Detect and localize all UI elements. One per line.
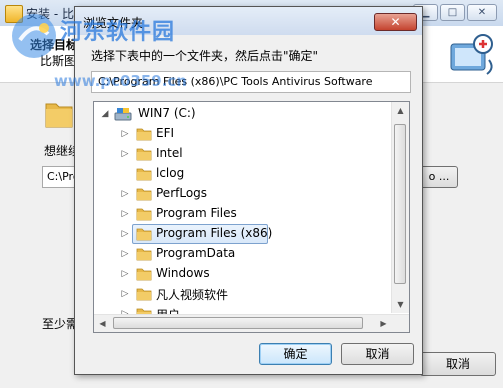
collapse-arrow-icon[interactable]: ◢ bbox=[100, 108, 110, 120]
installer-space-text: 至少需 bbox=[42, 317, 79, 331]
tree-item-drive[interactable]: ◢ WIN7 (C:) bbox=[94, 104, 394, 124]
installer-close-button[interactable]: ✕ bbox=[467, 4, 497, 21]
tree-item-folder[interactable]: lclog bbox=[94, 164, 394, 184]
folder-icon bbox=[136, 208, 152, 221]
tree-item-label: ProgramData bbox=[156, 246, 236, 260]
tree-item-label: PerfLogs bbox=[156, 186, 208, 200]
browse-folder-dialog: 浏览文件夹 ✕ 选择下表中的一个文件夹，然后点击"确定" C:\Program … bbox=[74, 6, 423, 375]
folder-icon bbox=[136, 168, 152, 181]
tree-item-label: lclog bbox=[156, 166, 185, 180]
tree-item-label: 凡人视频软件 bbox=[156, 288, 229, 302]
expand-arrow-icon[interactable]: ▷ bbox=[120, 268, 130, 280]
tree-item-label: Program Files bbox=[156, 206, 237, 220]
folder-icon bbox=[136, 268, 152, 281]
expand-arrow-icon[interactable]: ▷ bbox=[120, 128, 130, 140]
app-icon bbox=[5, 5, 23, 23]
setup-logo-icon bbox=[450, 34, 493, 75]
horizontal-scrollbar[interactable]: ◀ ▶ bbox=[94, 314, 409, 332]
scroll-left-arrow-icon[interactable]: ◀ bbox=[94, 315, 111, 332]
drive-icon bbox=[114, 108, 132, 121]
expand-arrow-icon[interactable]: ▷ bbox=[120, 208, 130, 220]
selected-path-field[interactable]: C:\Program Files (x86)\PC Tools Antiviru… bbox=[91, 71, 411, 93]
dialog-title: 浏览文件夹 bbox=[83, 16, 144, 30]
folder-icon bbox=[136, 228, 152, 241]
tree-item-folder[interactable]: ▷ Windows bbox=[94, 264, 394, 284]
tree-item-folder[interactable]: ▷ Program Files (x86) bbox=[94, 224, 394, 244]
ok-button[interactable]: 确定 bbox=[259, 343, 332, 365]
expand-arrow-icon[interactable]: ▷ bbox=[120, 148, 130, 160]
tree-item-folder[interactable]: ▷ Intel bbox=[94, 144, 394, 164]
cancel-button[interactable]: 取消 bbox=[341, 343, 414, 365]
dialog-instruction: 选择下表中的一个文件夹，然后点击"确定" bbox=[91, 49, 319, 63]
expand-arrow-icon[interactable]: ▷ bbox=[120, 248, 130, 260]
tree-item-label: WIN7 (C:) bbox=[138, 106, 196, 120]
horizontal-scroll-thumb[interactable] bbox=[113, 317, 363, 329]
installer-path-field[interactable]: C:\Pro bbox=[42, 166, 78, 188]
expand-arrow-icon[interactable]: ▷ bbox=[120, 228, 130, 240]
expand-arrow-icon[interactable]: ▷ bbox=[120, 188, 130, 200]
close-icon: ✕ bbox=[390, 15, 401, 29]
folder-icon bbox=[136, 148, 152, 161]
close-icon: ✕ bbox=[477, 7, 487, 18]
tree-item-folder[interactable]: ▷ Program Files bbox=[94, 204, 394, 224]
folder-icon bbox=[136, 128, 152, 141]
vertical-scroll-thumb[interactable] bbox=[394, 124, 406, 284]
tree-item-label: Windows bbox=[156, 266, 210, 280]
tree-item-folder[interactable]: ▷ EFI bbox=[94, 124, 394, 144]
folder-icon bbox=[136, 248, 152, 261]
maximize-button[interactable]: □ bbox=[440, 4, 465, 21]
maximize-icon: □ bbox=[447, 7, 458, 18]
scroll-down-arrow-icon[interactable]: ▼ bbox=[392, 296, 409, 313]
tree-item-folder[interactable]: ▷ ProgramData bbox=[94, 244, 394, 264]
tree-item-folder[interactable]: ▷ 凡人视频软件 bbox=[94, 284, 394, 304]
vertical-scrollbar[interactable]: ▲ ▼ bbox=[391, 102, 409, 313]
folder-icon bbox=[136, 188, 152, 201]
installer-browse-button[interactable]: o ... bbox=[420, 166, 458, 188]
tree-item-label: Intel bbox=[156, 146, 183, 160]
scroll-right-arrow-icon[interactable]: ▶ bbox=[375, 315, 392, 332]
expand-arrow-icon[interactable]: ▷ bbox=[120, 288, 130, 300]
dialog-titlebar: 浏览文件夹 ✕ bbox=[75, 7, 422, 35]
folder-icon bbox=[45, 103, 73, 128]
dialog-close-button[interactable]: ✕ bbox=[374, 13, 417, 31]
scroll-up-arrow-icon[interactable]: ▲ bbox=[392, 102, 409, 119]
tree-item-label: EFI bbox=[156, 126, 175, 140]
tree-item-label: Program Files (x86) bbox=[156, 226, 273, 240]
installer-cancel-button[interactable]: 取消 bbox=[420, 352, 496, 376]
folder-tree[interactable]: ◢ WIN7 (C:) ▷ EFI ▷ Intel lclog ▷ PerfLogs ▷ Pro… bbox=[93, 101, 410, 333]
tree-item-folder[interactable]: ▷ PerfLogs bbox=[94, 184, 394, 204]
folder-icon bbox=[136, 288, 152, 301]
